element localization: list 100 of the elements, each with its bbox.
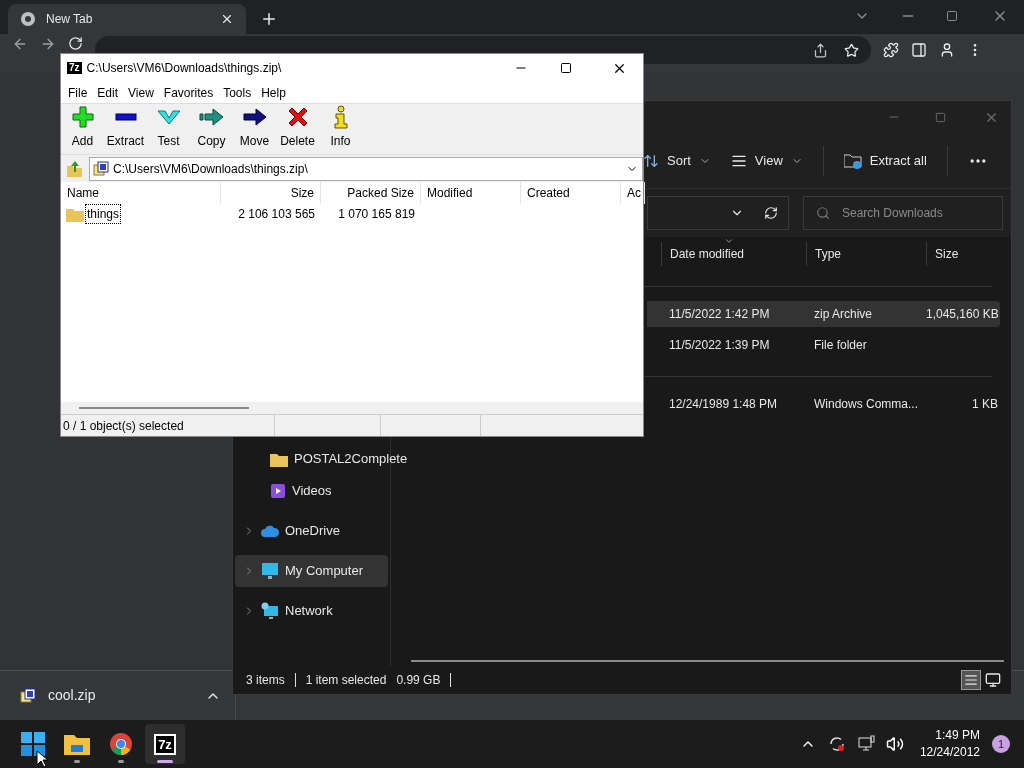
- status-size: 0.99 GB: [396, 672, 441, 689]
- column-header[interactable]: Modified: [421, 182, 521, 204]
- forward-icon[interactable]: [40, 36, 56, 52]
- nav-item[interactable]: POSTAL2Complete: [233, 443, 408, 475]
- column-header[interactable]: Name: [61, 182, 221, 204]
- share-icon[interactable]: [813, 42, 828, 58]
- plus-icon: [70, 105, 95, 129]
- sync-icon[interactable]: [827, 735, 846, 753]
- size-cell-text: 1 KB: [971, 396, 998, 413]
- column-header[interactable]: Size: [221, 182, 321, 204]
- app-icon: 7z: [67, 62, 82, 74]
- monitor-icon: [261, 562, 279, 580]
- archive-icon: [93, 160, 109, 177]
- toolbar-button[interactable]: Extract: [104, 104, 147, 154]
- size-cell-text: 1,045,160 KB: [926, 306, 998, 323]
- notification-badge[interactable]: 1: [992, 735, 1010, 753]
- tab-title: New Tab: [46, 11, 94, 28]
- chrome-icon: [20, 11, 36, 27]
- toolbar-button[interactable]: Extract all: [837, 143, 933, 178]
- cursor-icon: [36, 750, 48, 768]
- up-folder-icon[interactable]: [66, 159, 84, 178]
- file-row[interactable]: 12/24/1989 1:48 PM Windows Comma... 1 KB: [647, 391, 1000, 417]
- chrome-icon: [109, 732, 133, 756]
- column-header[interactable]: Created: [521, 182, 621, 204]
- file-row[interactable]: 11/5/2022 1:39 PM File folder: [647, 332, 1000, 358]
- folder-icon: [270, 451, 288, 467]
- nav-item[interactable]: My Computer: [235, 555, 388, 587]
- maximize-icon[interactable]: [560, 62, 572, 74]
- type-cell-text: zip Archive: [813, 306, 874, 323]
- lines-icon: [964, 673, 978, 687]
- details-view-button[interactable]: [961, 670, 981, 690]
- windows-icon: [21, 732, 45, 756]
- nav-item[interactable]: OneDrive: [235, 515, 388, 547]
- back-icon[interactable]: [12, 36, 28, 52]
- download-name: cool.zip: [48, 686, 97, 705]
- bookmark-icon[interactable]: [844, 42, 859, 58]
- date-cell-text: 11/5/2022 1:42 PM: [668, 306, 771, 323]
- menu-item[interactable]: Help: [256, 83, 291, 102]
- menu-item[interactable]: Favorites: [158, 83, 219, 102]
- path-field[interactable]: C:\Users\VM6\Downloads\things.zip\: [89, 156, 643, 181]
- network-icon: [261, 602, 279, 620]
- column-header[interactable]: Size: [926, 242, 1004, 266]
- toolbar-button[interactable]: Copy: [190, 104, 233, 154]
- column-header[interactable]: Type: [806, 242, 926, 266]
- check-icon: [156, 108, 181, 126]
- toolbar-button[interactable]: Move: [233, 104, 276, 154]
- toolbar-button[interactable]: View: [724, 143, 809, 178]
- packed-size-cell-text: 1 070 165 819: [337, 206, 416, 223]
- delete-icon: [286, 106, 309, 128]
- column-header[interactable]: Ac: [621, 182, 645, 204]
- preview-view-button[interactable]: [983, 670, 1003, 690]
- video-icon: [270, 483, 286, 499]
- toolbar-button[interactable]: Add: [61, 104, 104, 154]
- refresh-icon[interactable]: [764, 206, 778, 220]
- omnibox-end[interactable]: [629, 36, 871, 64]
- menu-item[interactable]: Edit: [92, 83, 124, 102]
- window-title: C:\Users\VM6\Downloads\things.zip\: [86, 60, 283, 77]
- browser-tab[interactable]: New Tab: [8, 4, 246, 34]
- app-icon: 7z: [154, 733, 176, 755]
- status-selection: 1 item selected: [305, 672, 387, 689]
- type-cell-text: File folder: [813, 337, 868, 354]
- sort-caret-icon: [724, 236, 734, 246]
- search-field[interactable]: Search Downloads: [803, 196, 1003, 230]
- profile-icon[interactable]: [939, 42, 955, 58]
- search-icon: [816, 206, 830, 220]
- folder-icon: [64, 733, 90, 755]
- network-icon[interactable]: [857, 735, 876, 753]
- date-cell-text: 11/5/2022 1:39 PM: [668, 337, 771, 354]
- toolbar-button[interactable]: Test: [147, 104, 190, 154]
- extensions-icon[interactable]: [883, 42, 899, 58]
- clock[interactable]: 1:49 PM 12/24/2012: [919, 727, 980, 761]
- menu-item[interactable]: View: [123, 83, 159, 102]
- status-count: 3 items: [246, 672, 285, 689]
- toolbar-button[interactable]: Delete: [276, 104, 319, 154]
- nav-item[interactable]: Network: [235, 595, 388, 627]
- column-header[interactable]: Packed Size: [321, 182, 421, 204]
- status-text: 0 / 1 object(s) selected: [61, 415, 275, 436]
- reload-icon[interactable]: [68, 36, 83, 51]
- type-cell-text: Windows Comma...: [813, 396, 920, 413]
- menu-item[interactable]: Tools: [218, 83, 257, 102]
- nav-item[interactable]: Videos: [233, 475, 332, 507]
- name-cell: things: [85, 204, 122, 224]
- info-icon: [333, 105, 348, 129]
- file-row[interactable]: things 2 106 103 565 1 070 165 819: [61, 204, 643, 224]
- file-row[interactable]: 11/5/2022 1:42 PM zip Archive 1,045,160 KB: [647, 301, 1000, 327]
- new-tab-icon[interactable]: [260, 10, 278, 28]
- archive-icon: [20, 687, 36, 704]
- column-header[interactable]: Date modified: [661, 242, 806, 266]
- close-icon[interactable]: [220, 12, 234, 26]
- arrow-icon: [198, 107, 225, 127]
- monitor-icon: [985, 672, 1001, 688]
- taskbar-app[interactable]: 7z: [145, 724, 185, 764]
- folder-icon: [843, 152, 862, 169]
- menu-item[interactable]: File: [63, 83, 93, 102]
- search-placeholder: Search Downloads: [842, 205, 943, 222]
- side-panel-icon[interactable]: [911, 42, 927, 58]
- size-cell-text: 2 106 103 565: [237, 206, 316, 223]
- scrollbar-thumb[interactable]: [79, 407, 249, 409]
- toolbar-button[interactable]: Info: [319, 104, 362, 154]
- volume-icon[interactable]: [885, 735, 904, 753]
